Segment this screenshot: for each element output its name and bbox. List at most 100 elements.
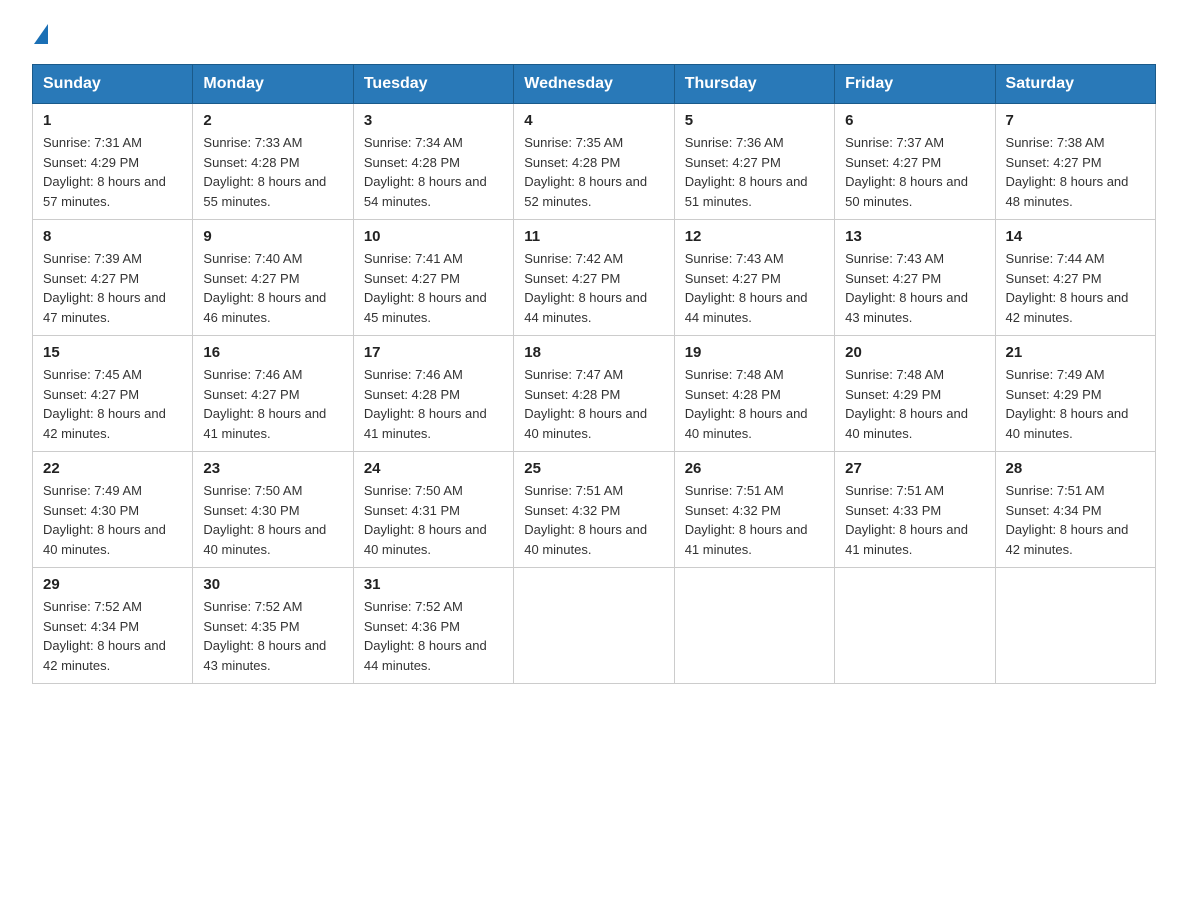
day-info: Sunrise: 7:37 AMSunset: 4:27 PMDaylight:…	[845, 135, 968, 209]
day-number: 10	[364, 228, 503, 245]
day-info: Sunrise: 7:42 AMSunset: 4:27 PMDaylight:…	[524, 251, 647, 325]
calendar-week-row: 8 Sunrise: 7:39 AMSunset: 4:27 PMDayligh…	[33, 220, 1156, 336]
calendar-cell: 5 Sunrise: 7:36 AMSunset: 4:27 PMDayligh…	[674, 104, 834, 220]
day-number: 4	[524, 112, 663, 129]
day-number: 8	[43, 228, 182, 245]
calendar-cell: 17 Sunrise: 7:46 AMSunset: 4:28 PMDaylig…	[353, 336, 513, 452]
calendar-cell: 27 Sunrise: 7:51 AMSunset: 4:33 PMDaylig…	[835, 452, 995, 568]
calendar-week-row: 22 Sunrise: 7:49 AMSunset: 4:30 PMDaylig…	[33, 452, 1156, 568]
day-info: Sunrise: 7:51 AMSunset: 4:33 PMDaylight:…	[845, 483, 968, 557]
day-info: Sunrise: 7:48 AMSunset: 4:28 PMDaylight:…	[685, 367, 808, 441]
day-info: Sunrise: 7:35 AMSunset: 4:28 PMDaylight:…	[524, 135, 647, 209]
calendar-cell: 9 Sunrise: 7:40 AMSunset: 4:27 PMDayligh…	[193, 220, 353, 336]
day-info: Sunrise: 7:38 AMSunset: 4:27 PMDaylight:…	[1006, 135, 1129, 209]
calendar-cell: 2 Sunrise: 7:33 AMSunset: 4:28 PMDayligh…	[193, 104, 353, 220]
day-number: 31	[364, 576, 503, 593]
weekday-header-wednesday: Wednesday	[514, 65, 674, 104]
calendar-week-row: 15 Sunrise: 7:45 AMSunset: 4:27 PMDaylig…	[33, 336, 1156, 452]
day-number: 25	[524, 460, 663, 477]
calendar-cell	[674, 568, 834, 684]
calendar-cell: 21 Sunrise: 7:49 AMSunset: 4:29 PMDaylig…	[995, 336, 1155, 452]
calendar-week-row: 29 Sunrise: 7:52 AMSunset: 4:34 PMDaylig…	[33, 568, 1156, 684]
calendar-cell: 23 Sunrise: 7:50 AMSunset: 4:30 PMDaylig…	[193, 452, 353, 568]
page-header	[32, 24, 1156, 46]
weekday-header-monday: Monday	[193, 65, 353, 104]
day-info: Sunrise: 7:52 AMSunset: 4:36 PMDaylight:…	[364, 599, 487, 673]
calendar-cell: 3 Sunrise: 7:34 AMSunset: 4:28 PMDayligh…	[353, 104, 513, 220]
calendar-cell: 6 Sunrise: 7:37 AMSunset: 4:27 PMDayligh…	[835, 104, 995, 220]
weekday-header-thursday: Thursday	[674, 65, 834, 104]
day-info: Sunrise: 7:51 AMSunset: 4:34 PMDaylight:…	[1006, 483, 1129, 557]
day-number: 13	[845, 228, 984, 245]
calendar-cell: 20 Sunrise: 7:48 AMSunset: 4:29 PMDaylig…	[835, 336, 995, 452]
calendar-cell: 14 Sunrise: 7:44 AMSunset: 4:27 PMDaylig…	[995, 220, 1155, 336]
day-info: Sunrise: 7:43 AMSunset: 4:27 PMDaylight:…	[685, 251, 808, 325]
calendar-cell: 25 Sunrise: 7:51 AMSunset: 4:32 PMDaylig…	[514, 452, 674, 568]
day-info: Sunrise: 7:43 AMSunset: 4:27 PMDaylight:…	[845, 251, 968, 325]
calendar-cell: 31 Sunrise: 7:52 AMSunset: 4:36 PMDaylig…	[353, 568, 513, 684]
day-number: 12	[685, 228, 824, 245]
calendar-week-row: 1 Sunrise: 7:31 AMSunset: 4:29 PMDayligh…	[33, 104, 1156, 220]
day-info: Sunrise: 7:49 AMSunset: 4:30 PMDaylight:…	[43, 483, 166, 557]
weekday-header-friday: Friday	[835, 65, 995, 104]
day-number: 9	[203, 228, 342, 245]
calendar-cell: 10 Sunrise: 7:41 AMSunset: 4:27 PMDaylig…	[353, 220, 513, 336]
day-info: Sunrise: 7:47 AMSunset: 4:28 PMDaylight:…	[524, 367, 647, 441]
day-number: 2	[203, 112, 342, 129]
day-number: 24	[364, 460, 503, 477]
day-info: Sunrise: 7:52 AMSunset: 4:35 PMDaylight:…	[203, 599, 326, 673]
day-info: Sunrise: 7:44 AMSunset: 4:27 PMDaylight:…	[1006, 251, 1129, 325]
day-info: Sunrise: 7:46 AMSunset: 4:28 PMDaylight:…	[364, 367, 487, 441]
calendar-table: SundayMondayTuesdayWednesdayThursdayFrid…	[32, 64, 1156, 684]
weekday-header-saturday: Saturday	[995, 65, 1155, 104]
day-number: 3	[364, 112, 503, 129]
calendar-cell: 22 Sunrise: 7:49 AMSunset: 4:30 PMDaylig…	[33, 452, 193, 568]
day-number: 14	[1006, 228, 1145, 245]
day-number: 23	[203, 460, 342, 477]
calendar-cell	[514, 568, 674, 684]
day-number: 5	[685, 112, 824, 129]
weekday-header-tuesday: Tuesday	[353, 65, 513, 104]
day-info: Sunrise: 7:52 AMSunset: 4:34 PMDaylight:…	[43, 599, 166, 673]
day-number: 15	[43, 344, 182, 361]
day-info: Sunrise: 7:31 AMSunset: 4:29 PMDaylight:…	[43, 135, 166, 209]
calendar-cell: 8 Sunrise: 7:39 AMSunset: 4:27 PMDayligh…	[33, 220, 193, 336]
calendar-cell: 4 Sunrise: 7:35 AMSunset: 4:28 PMDayligh…	[514, 104, 674, 220]
day-number: 28	[1006, 460, 1145, 477]
day-info: Sunrise: 7:40 AMSunset: 4:27 PMDaylight:…	[203, 251, 326, 325]
day-info: Sunrise: 7:39 AMSunset: 4:27 PMDaylight:…	[43, 251, 166, 325]
calendar-cell: 11 Sunrise: 7:42 AMSunset: 4:27 PMDaylig…	[514, 220, 674, 336]
day-info: Sunrise: 7:34 AMSunset: 4:28 PMDaylight:…	[364, 135, 487, 209]
day-info: Sunrise: 7:50 AMSunset: 4:30 PMDaylight:…	[203, 483, 326, 557]
calendar-cell: 26 Sunrise: 7:51 AMSunset: 4:32 PMDaylig…	[674, 452, 834, 568]
day-number: 18	[524, 344, 663, 361]
day-info: Sunrise: 7:45 AMSunset: 4:27 PMDaylight:…	[43, 367, 166, 441]
calendar-cell: 30 Sunrise: 7:52 AMSunset: 4:35 PMDaylig…	[193, 568, 353, 684]
day-info: Sunrise: 7:36 AMSunset: 4:27 PMDaylight:…	[685, 135, 808, 209]
calendar-cell: 28 Sunrise: 7:51 AMSunset: 4:34 PMDaylig…	[995, 452, 1155, 568]
day-number: 6	[845, 112, 984, 129]
day-info: Sunrise: 7:50 AMSunset: 4:31 PMDaylight:…	[364, 483, 487, 557]
calendar-cell: 29 Sunrise: 7:52 AMSunset: 4:34 PMDaylig…	[33, 568, 193, 684]
calendar-cell: 16 Sunrise: 7:46 AMSunset: 4:27 PMDaylig…	[193, 336, 353, 452]
day-number: 22	[43, 460, 182, 477]
calendar-cell: 15 Sunrise: 7:45 AMSunset: 4:27 PMDaylig…	[33, 336, 193, 452]
day-info: Sunrise: 7:48 AMSunset: 4:29 PMDaylight:…	[845, 367, 968, 441]
weekday-header-sunday: Sunday	[33, 65, 193, 104]
day-number: 26	[685, 460, 824, 477]
logo-triangle-icon	[34, 24, 48, 44]
calendar-cell: 13 Sunrise: 7:43 AMSunset: 4:27 PMDaylig…	[835, 220, 995, 336]
logo	[32, 24, 48, 46]
calendar-cell	[835, 568, 995, 684]
day-number: 30	[203, 576, 342, 593]
calendar-cell: 7 Sunrise: 7:38 AMSunset: 4:27 PMDayligh…	[995, 104, 1155, 220]
day-number: 20	[845, 344, 984, 361]
day-info: Sunrise: 7:41 AMSunset: 4:27 PMDaylight:…	[364, 251, 487, 325]
day-number: 11	[524, 228, 663, 245]
day-number: 21	[1006, 344, 1145, 361]
calendar-cell: 1 Sunrise: 7:31 AMSunset: 4:29 PMDayligh…	[33, 104, 193, 220]
day-number: 1	[43, 112, 182, 129]
calendar-cell: 24 Sunrise: 7:50 AMSunset: 4:31 PMDaylig…	[353, 452, 513, 568]
day-info: Sunrise: 7:33 AMSunset: 4:28 PMDaylight:…	[203, 135, 326, 209]
day-info: Sunrise: 7:46 AMSunset: 4:27 PMDaylight:…	[203, 367, 326, 441]
